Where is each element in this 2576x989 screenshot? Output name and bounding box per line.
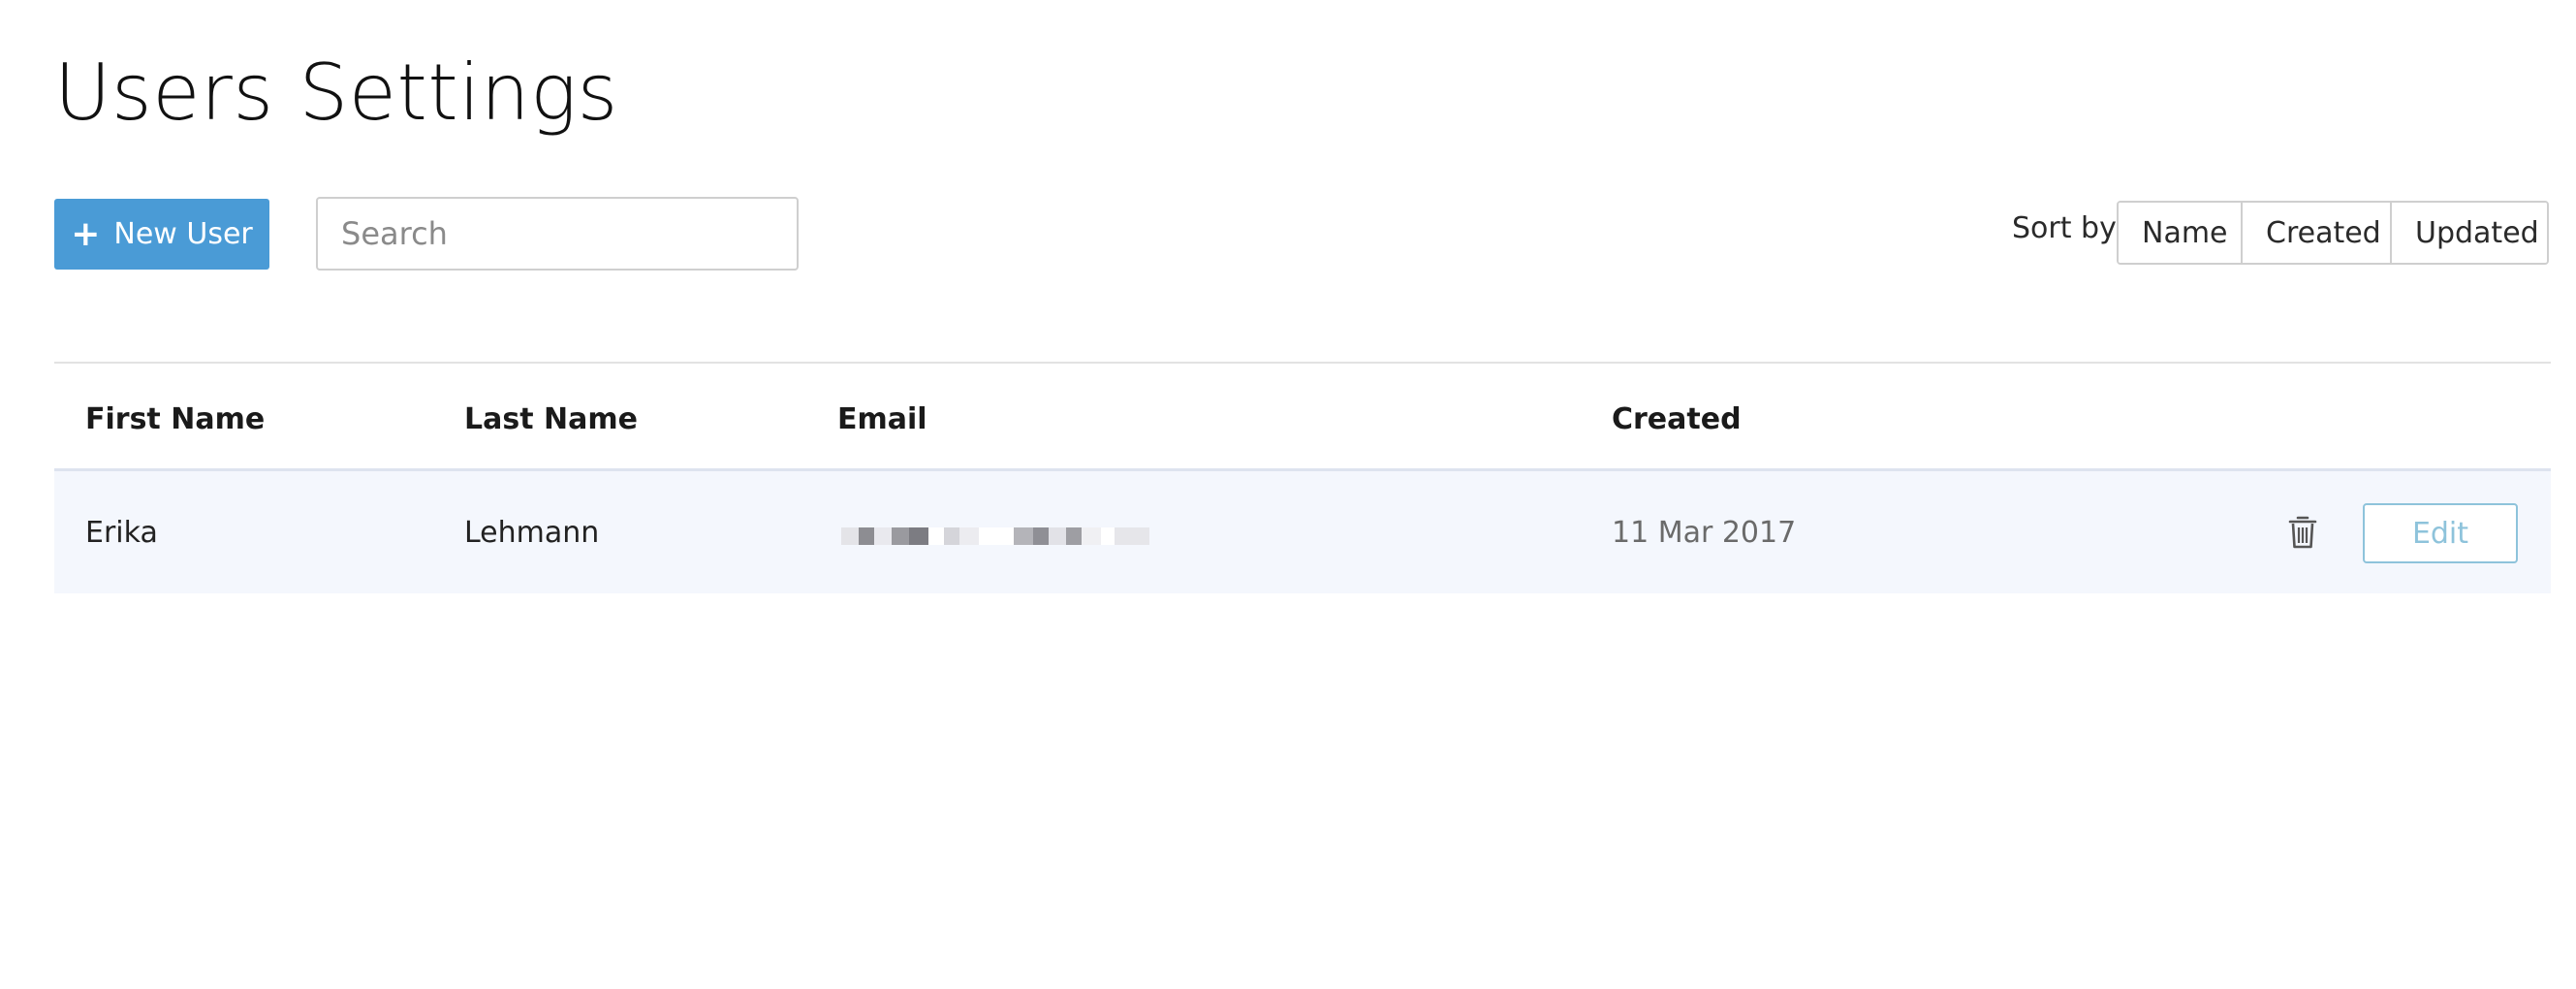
column-header-first-name[interactable]: First Name (85, 402, 265, 436)
table-header: First Name Last Name Email Created (54, 364, 2551, 471)
new-user-label: New User (113, 217, 253, 251)
users-settings-page: Users Settings + New User Sort by Name C… (0, 0, 2576, 989)
sort-button-group: Name Created Updated (2117, 201, 2549, 265)
cell-created: 11 Mar 2017 (1612, 516, 1797, 550)
sort-by-name-button[interactable]: Name (2119, 203, 2243, 263)
plus-icon: + (71, 213, 101, 254)
trash-icon (2288, 516, 2317, 548)
edit-user-button[interactable]: Edit (2363, 503, 2518, 563)
sort-by-updated-button[interactable]: Updated (2392, 203, 2547, 263)
delete-user-button[interactable] (2285, 514, 2320, 553)
sort-by-created-button[interactable]: Created (2243, 203, 2392, 263)
table-row[interactable]: Erika Lehmann 11 Mar 2017 Edit (54, 471, 2551, 593)
page-title: Users Settings (54, 48, 618, 138)
column-header-email[interactable]: Email (837, 402, 927, 436)
column-header-last-name[interactable]: Last Name (464, 402, 638, 436)
sort-label: Sort by (2012, 211, 2117, 245)
cell-first-name: Erika (85, 516, 158, 550)
new-user-button[interactable]: + New User (54, 199, 269, 270)
search-input[interactable] (316, 197, 799, 271)
cell-last-name: Lehmann (464, 516, 600, 550)
column-header-created[interactable]: Created (1612, 402, 1742, 436)
users-table: First Name Last Name Email Created Erika… (54, 362, 2551, 593)
cell-email-redacted (841, 527, 1175, 545)
